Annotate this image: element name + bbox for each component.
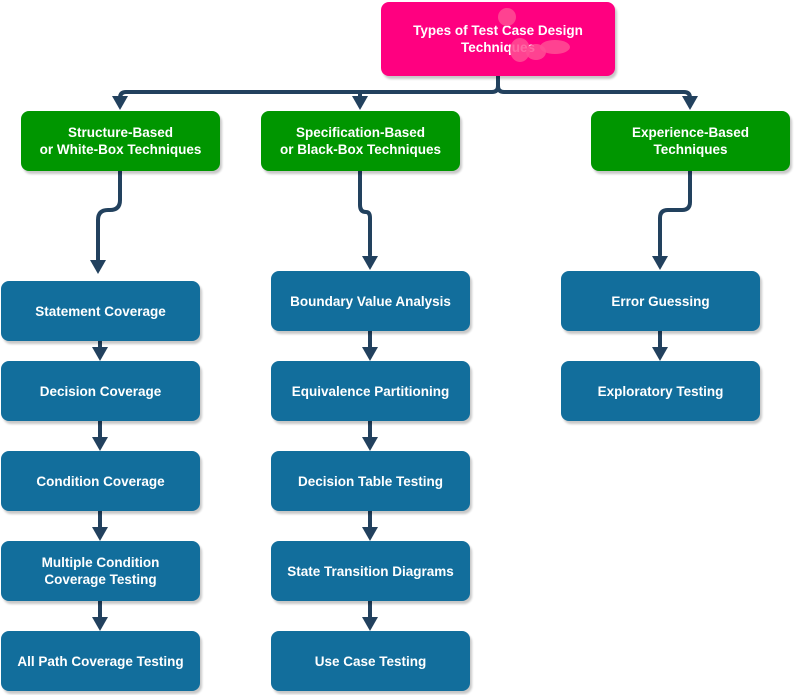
technique-label: Decision Table Testing — [297, 473, 444, 489]
arrow-head-icon — [92, 617, 108, 631]
arrow-head-icon — [652, 347, 668, 361]
technique-boundary-value-analysis: Boundary Value Analysis — [271, 271, 470, 331]
category-specification-based: Specification-Based or Black-Box Techniq… — [261, 111, 460, 171]
technique-exploratory-testing: Exploratory Testing — [561, 361, 760, 421]
arrow-head-icon — [112, 96, 128, 110]
arrow-head-icon — [362, 256, 378, 270]
technique-label: Multiple Condition Coverage Testing — [41, 555, 160, 587]
category-label: Structure-Based or White-Box Techniques — [39, 125, 202, 157]
arrow-head-icon — [92, 347, 108, 361]
scribble-mark — [498, 8, 516, 26]
arrow-head-icon — [92, 437, 108, 451]
category-label: Experience-Based Techniques — [631, 125, 750, 157]
technique-label: Condition Coverage — [36, 473, 165, 489]
technique-decision-table-testing: Decision Table Testing — [271, 451, 470, 511]
arrow-head-icon — [352, 96, 368, 110]
technique-label: Equivalence Partitioning — [291, 383, 450, 399]
technique-equivalence-partitioning: Equivalence Partitioning — [271, 361, 470, 421]
technique-label: Error Guessing — [611, 293, 710, 309]
arrow-head-icon — [362, 437, 378, 451]
arrow-head-icon — [362, 527, 378, 541]
technique-error-guessing: Error Guessing — [561, 271, 760, 331]
technique-multiple-condition-coverage: Multiple Condition Coverage Testing — [1, 541, 200, 601]
arrow-head-icon — [362, 617, 378, 631]
technique-condition-coverage: Condition Coverage — [1, 451, 200, 511]
technique-use-case-testing: Use Case Testing — [271, 631, 470, 691]
technique-decision-coverage: Decision Coverage — [1, 361, 200, 421]
connector-root-right — [496, 84, 692, 100]
technique-state-transition-diagrams: State Transition Diagrams — [271, 541, 470, 601]
scribble-mark — [540, 40, 570, 54]
connector-root-left — [118, 74, 500, 100]
technique-statement-coverage: Statement Coverage — [1, 281, 200, 341]
technique-label: Exploratory Testing — [597, 383, 724, 399]
technique-label: Statement Coverage — [35, 303, 166, 319]
connector-specification — [358, 169, 372, 257]
technique-label: Decision Coverage — [39, 383, 162, 399]
category-experience-based: Experience-Based Techniques — [591, 111, 790, 171]
arrow-head-icon — [362, 347, 378, 361]
technique-label: All Path Coverage Testing — [17, 653, 184, 669]
arrow-head-icon — [682, 96, 698, 110]
technique-label: Boundary Value Analysis — [290, 293, 451, 309]
arrow-head-icon — [90, 260, 106, 274]
technique-label: State Transition Diagrams — [287, 563, 454, 579]
connector-structure — [96, 169, 122, 262]
arrow-head-icon — [652, 256, 668, 270]
category-label: Specification-Based or Black-Box Techniq… — [279, 125, 442, 157]
technique-all-path-coverage: All Path Coverage Testing — [1, 631, 200, 691]
connector-experience — [658, 169, 692, 257]
technique-label: Use Case Testing — [314, 653, 427, 669]
category-structure-based: Structure-Based or White-Box Techniques — [21, 111, 220, 171]
arrow-head-icon — [92, 527, 108, 541]
